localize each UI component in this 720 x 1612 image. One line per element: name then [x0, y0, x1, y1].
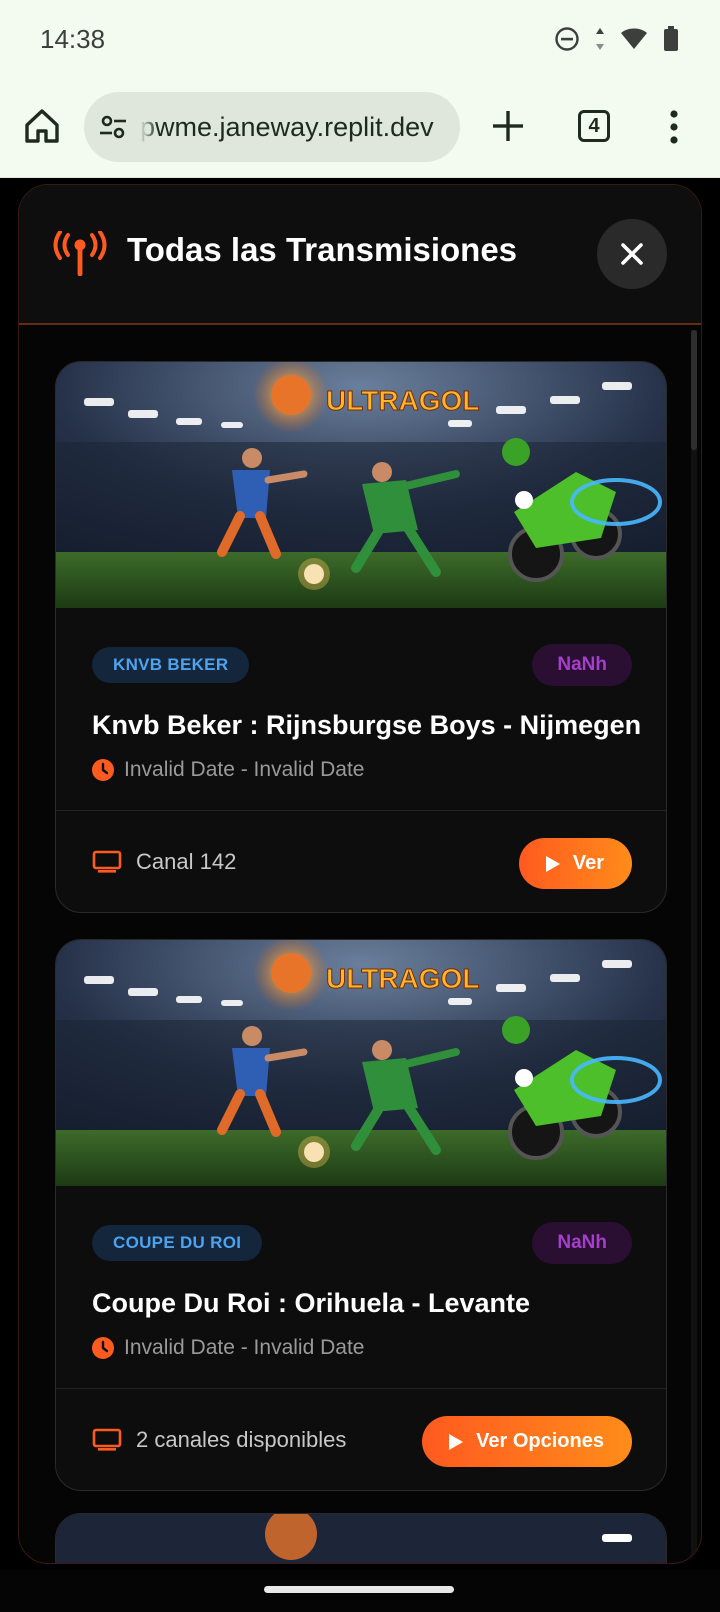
scrollbar-thumb[interactable] [691, 330, 697, 450]
wifi-icon [621, 28, 647, 49]
battery-icon [664, 26, 678, 51]
event-image: ULTRAGOL [56, 362, 666, 608]
event-title: Knvb Beker : Rijnsburgse Boys - Nijmegen [92, 710, 642, 740]
tv-icon [92, 1428, 122, 1451]
event-date: Invalid Date - Invalid Date [124, 1336, 365, 1359]
do-not-disturb-icon [555, 27, 579, 51]
home-gesture-handle[interactable] [264, 1586, 454, 1593]
status-bar: 14:38 [0, 0, 720, 84]
event-date-row: Invalid Date - Invalid Date [92, 758, 364, 782]
more-menu-icon[interactable] [664, 110, 684, 144]
tab-switcher-button[interactable]: 4 [578, 110, 610, 142]
watch-button[interactable]: Ver [518, 838, 632, 889]
tv-icon [92, 850, 122, 873]
modal-header: Todas las Transmisiones [19, 185, 701, 325]
data-arrows-icon [596, 28, 604, 50]
transmissions-modal: Todas las Transmisiones ULTRAGOL KNVB BE… [18, 184, 702, 1564]
league-badge: COUPE DU ROI [92, 1225, 263, 1261]
event-date-row: Invalid Date - Invalid Date [92, 1336, 364, 1360]
watch-button-label: Ver Opciones [476, 1430, 604, 1452]
new-tab-icon[interactable] [488, 106, 528, 146]
home-icon[interactable] [22, 106, 62, 146]
close-icon [621, 243, 643, 265]
browser-toolbar: pwme.janeway.replit.dev 4 [0, 84, 720, 178]
clock-icon [92, 1337, 114, 1359]
page-content: Todas las Transmisiones ULTRAGOL KNVB BE… [0, 178, 720, 1570]
event-card: ULTRAGOL [55, 361, 667, 913]
modal-title: Todas las Transmisiones [127, 231, 518, 268]
event-footer: 2 canales disponibles Ver Opciones [56, 1388, 666, 1490]
event-title: Coupe Du Roi : Orihuela - Levante [92, 1288, 531, 1318]
url-text: pwme.janeway.replit.dev [140, 111, 434, 142]
channel-label: 2 canales disponibles [136, 1427, 347, 1452]
event-date: Invalid Date - Invalid Date [124, 758, 365, 781]
time-badge: NaNh [532, 1222, 632, 1264]
watch-button-label: Ver [572, 852, 604, 874]
clock-icon [92, 759, 114, 781]
event-card: ULTRAGOL [55, 939, 667, 1491]
play-icon [545, 855, 560, 872]
event-details: COUPE DU ROI NaNh Coupe Du Roi : Orihuel… [56, 1186, 666, 1388]
status-icons [554, 26, 680, 52]
event-card-partial [55, 1513, 667, 1563]
time-badge: NaNh [532, 644, 632, 686]
channel-info: Canal 142 [92, 849, 236, 875]
event-footer: Canal 142 Ver [56, 810, 666, 912]
watch-options-button[interactable]: Ver Opciones [422, 1416, 632, 1467]
league-badge: KNVB BEKER [92, 647, 250, 683]
ultragol-logo: ULTRAGOL [326, 385, 479, 416]
navigation-bar [0, 1570, 720, 1612]
channel-info: 2 canales disponibles [92, 1427, 346, 1453]
event-image: ULTRAGOL [56, 940, 666, 1186]
channel-label: Canal 142 [136, 849, 237, 874]
scrollbar[interactable] [691, 330, 697, 1563]
status-time: 14:38 [40, 24, 106, 54]
play-icon [449, 1433, 464, 1450]
event-image [56, 1514, 666, 1563]
close-button[interactable] [597, 219, 667, 289]
ultragol-logo: ULTRAGOL [326, 963, 479, 994]
event-details: KNVB BEKER NaNh Knvb Beker : Rijnsburgse… [56, 608, 666, 810]
broadcast-icon [53, 231, 107, 276]
site-settings-icon[interactable] [98, 112, 128, 142]
address-bar[interactable]: pwme.janeway.replit.dev [84, 92, 460, 162]
